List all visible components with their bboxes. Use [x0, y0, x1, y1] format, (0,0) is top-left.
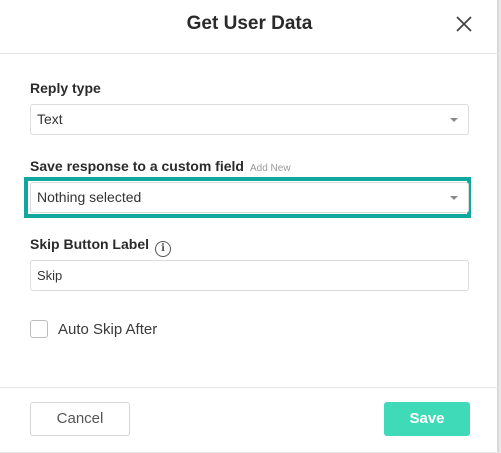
custom-field-select[interactable]: Nothing selected [30, 182, 469, 213]
add-new-link[interactable]: Add New [250, 163, 291, 174]
modal-footer: Cancel Save [0, 387, 499, 453]
close-icon[interactable] [452, 12, 476, 36]
modal-title: Get User Data [186, 13, 313, 34]
chevron-down-icon [450, 118, 458, 122]
reply-type-label: Reply type [30, 80, 101, 96]
skip-button-label-text: Skip Button Label [30, 236, 149, 252]
skip-button-label: Skip Button Label i [30, 236, 171, 257]
reply-type-value: Text [37, 111, 63, 127]
chevron-down-icon [450, 196, 458, 200]
skip-button-value: Skip [37, 268, 63, 283]
save-button[interactable]: Save [384, 402, 470, 436]
modal-header: Get User Data [0, 0, 499, 54]
auto-skip-label: Auto Skip After [58, 321, 158, 338]
custom-field-value: Nothing selected [37, 189, 142, 205]
custom-field-label-text: Save response to a custom field [30, 158, 244, 174]
get-user-data-modal: Get User Data Reply type Text Save respo… [0, 0, 499, 452]
auto-skip-checkbox[interactable] [30, 320, 48, 338]
info-icon[interactable]: i [155, 241, 171, 257]
cancel-button[interactable]: Cancel [30, 402, 130, 436]
skip-button-input[interactable]: Skip [30, 260, 469, 291]
custom-field-label: Save response to a custom field Add New [30, 158, 291, 174]
reply-type-select[interactable]: Text [30, 104, 469, 135]
